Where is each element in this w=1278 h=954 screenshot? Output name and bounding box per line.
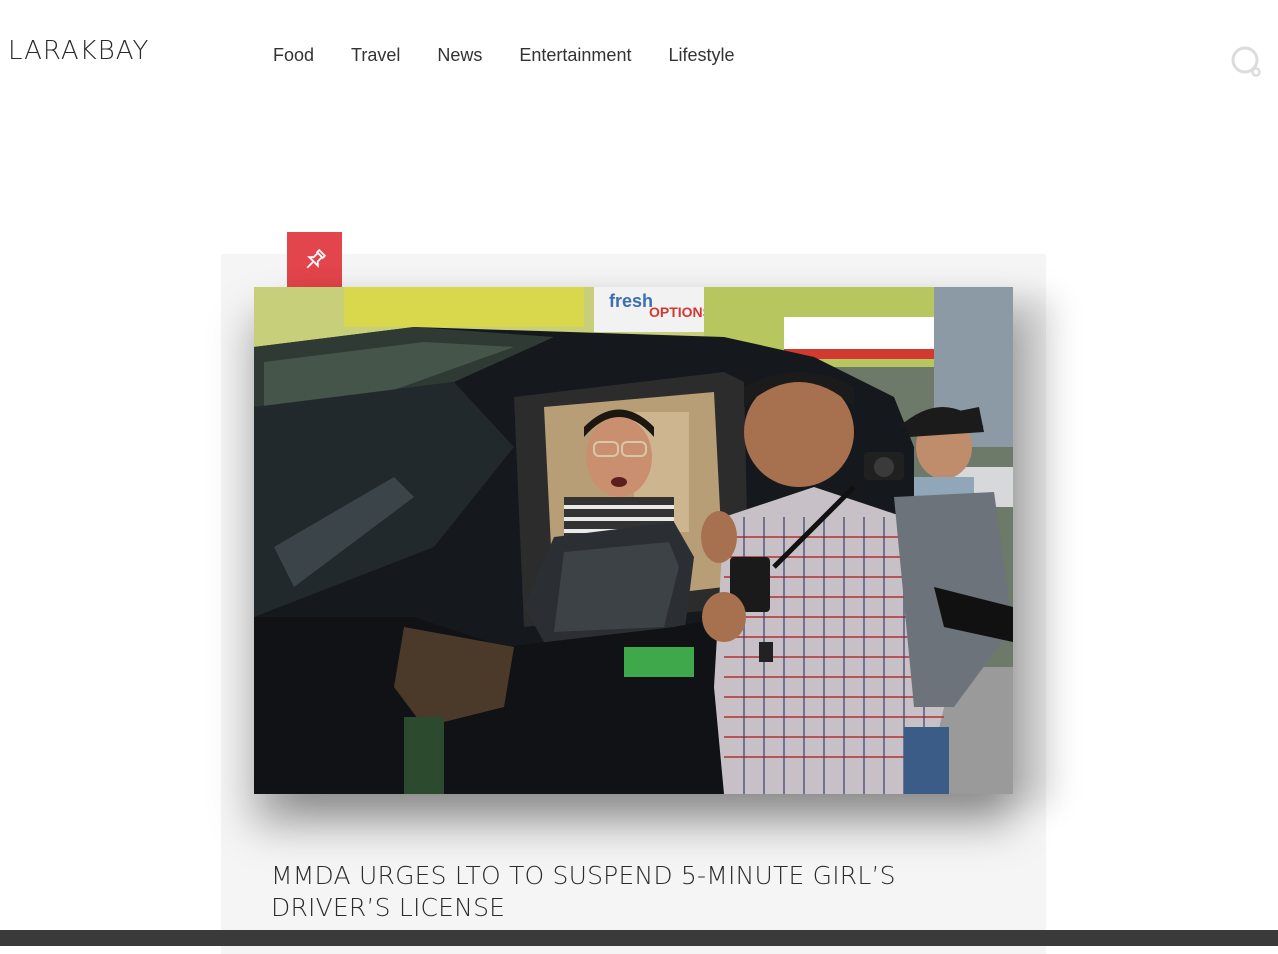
article-image[interactable]: fresh OPTIONS	[254, 287, 1013, 794]
nav-item-food[interactable]: Food	[273, 45, 314, 66]
site-logo[interactable]: LARAKBAY	[8, 36, 149, 66]
pin-icon	[306, 248, 326, 268]
bottom-strip	[0, 930, 1278, 946]
nav-item-travel[interactable]: Travel	[351, 45, 400, 66]
pin-badge	[287, 232, 342, 287]
search-icon	[1231, 46, 1261, 77]
nav-item-news[interactable]: News	[437, 45, 482, 66]
article-title[interactable]: MMDA URGES LTO TO SUSPEND 5-MINUTE GIRL’…	[271, 860, 991, 924]
search-button[interactable]	[1230, 45, 1264, 79]
shop-sign-text: fresh	[609, 291, 653, 311]
svg-text:OPTIONS: OPTIONS	[649, 304, 712, 320]
main-nav: Food Travel News Entertainment Lifestyle	[273, 45, 772, 66]
nav-item-entertainment[interactable]: Entertainment	[519, 45, 631, 66]
nav-item-lifestyle[interactable]: Lifestyle	[668, 45, 734, 66]
